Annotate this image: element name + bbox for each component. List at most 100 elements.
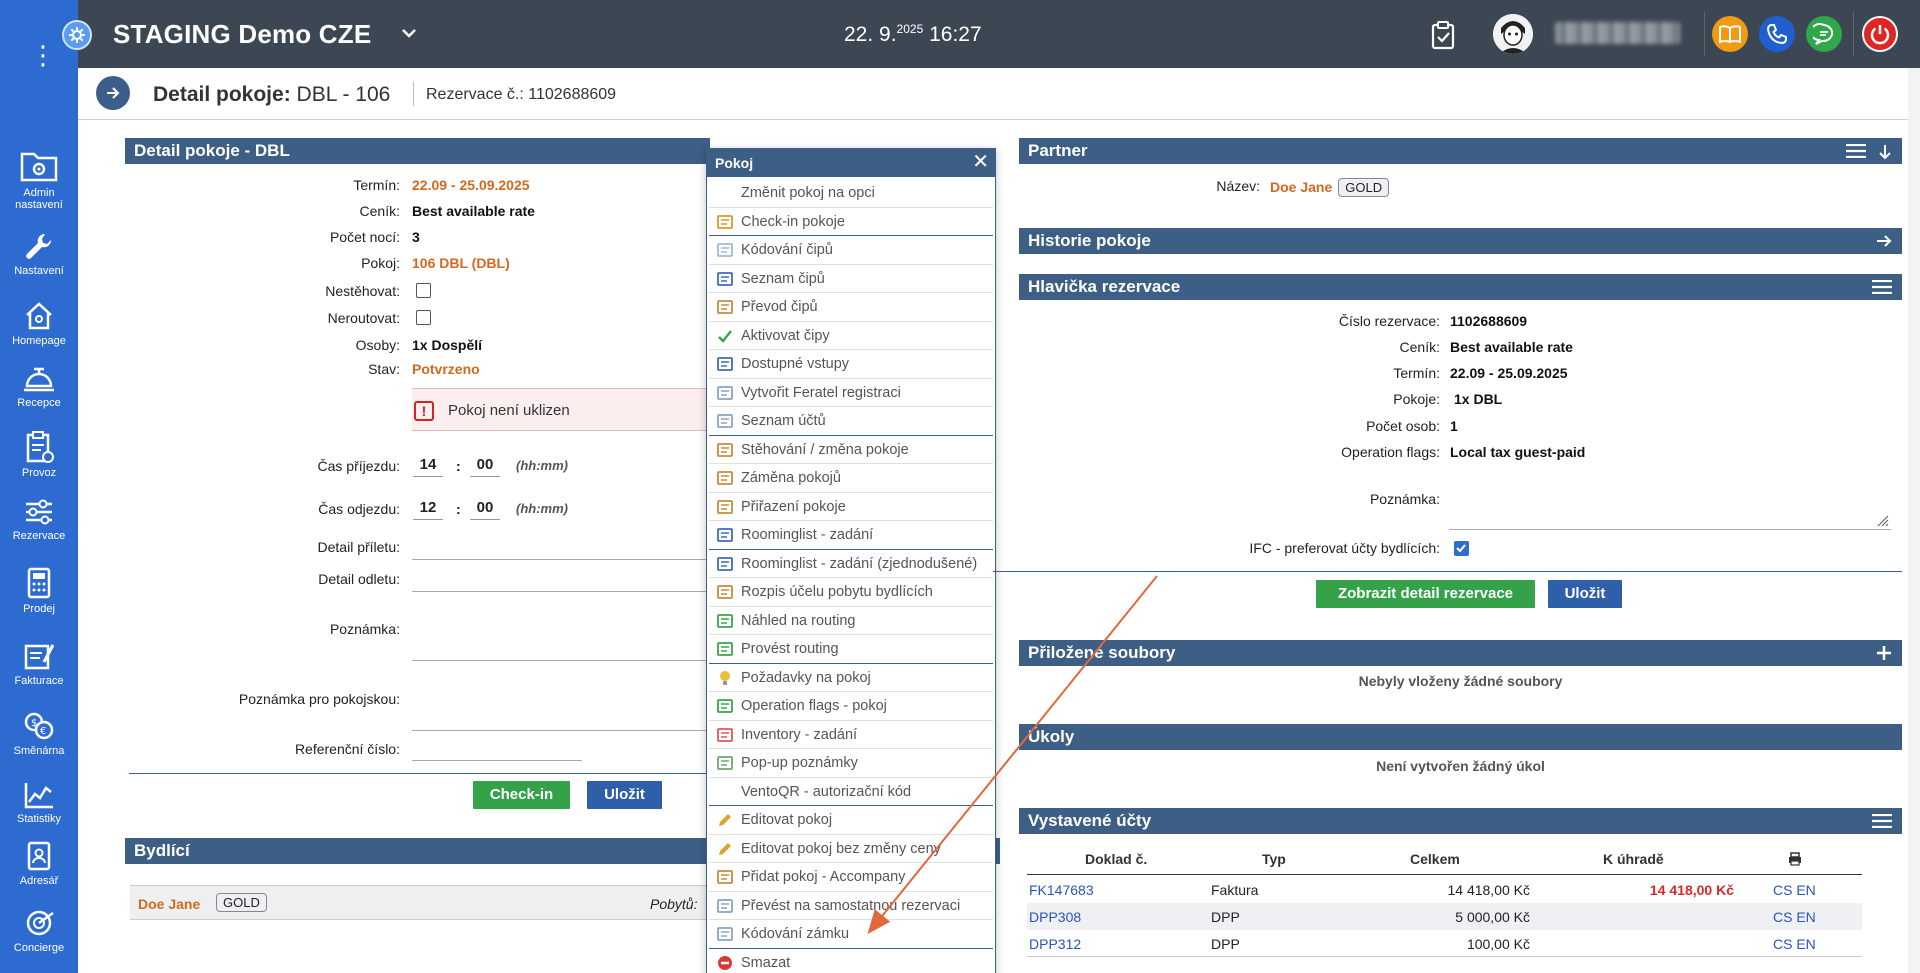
menu-item-icon bbox=[717, 414, 733, 428]
popup-menu-item[interactable]: Převést na samostatnou rezervaci bbox=[709, 892, 993, 920]
sidebar-item-concierge[interactable]: Concierge bbox=[0, 907, 78, 954]
hamburger-icon[interactable] bbox=[1846, 144, 1866, 158]
popup-menu-item[interactable]: Stěhování / změna pokoje bbox=[709, 436, 993, 464]
partner-name[interactable]: Doe Jane GOLD bbox=[1270, 178, 1390, 197]
ifc-prefer-checkbox[interactable] bbox=[1454, 541, 1469, 556]
popup-menu-item[interactable]: VentoQR - autorizační kód bbox=[709, 778, 993, 806]
departure-hour-input[interactable]: 12 bbox=[413, 496, 443, 520]
popup-menu-item[interactable]: Dostupné vstupy bbox=[709, 350, 993, 379]
popup-menu-item[interactable]: Roominglist - zadání bbox=[709, 521, 993, 550]
popup-menu-item[interactable]: Smazat bbox=[709, 949, 993, 973]
popup-menu-item[interactable]: Seznam čipů bbox=[709, 265, 993, 293]
sidebar-item-homepage[interactable]: Homepage bbox=[0, 300, 78, 347]
popup-menu-item[interactable]: Vytvořit Feratel registraci bbox=[709, 379, 993, 407]
resident-name[interactable]: Doe Jane bbox=[138, 896, 200, 912]
account-doc-link[interactable]: DPP312 bbox=[1029, 936, 1081, 952]
popup-menu-item[interactable]: Pop-up poznámky bbox=[709, 749, 993, 778]
no-attachments-text: Nebyly vloženy žádné soubory bbox=[1358, 673, 1563, 689]
sidebar-item-admin[interactable]: Admin nastavení bbox=[0, 146, 78, 211]
page-scrollbar[interactable] bbox=[1908, 68, 1920, 973]
account-doc-link[interactable]: DPP308 bbox=[1029, 909, 1081, 925]
popup-menu-item[interactable]: Požadavky na pokoj bbox=[709, 664, 993, 692]
close-icon[interactable]: ✕ bbox=[972, 152, 989, 172]
checkin-button[interactable]: Check-in bbox=[473, 781, 570, 809]
flight-out-input[interactable] bbox=[412, 591, 708, 592]
print-language-links[interactable]: CS EN bbox=[1773, 936, 1816, 952]
avatar[interactable] bbox=[1493, 14, 1533, 54]
calculator-icon bbox=[27, 567, 51, 599]
sidebar-item-recepce[interactable]: Recepce bbox=[0, 364, 78, 409]
popup-menu-item[interactable]: Záměna pokojů bbox=[709, 464, 993, 493]
menu-item-icon bbox=[717, 357, 733, 371]
popup-menu-item[interactable]: Náhled na routing bbox=[709, 607, 993, 635]
arrow-down-icon[interactable] bbox=[1878, 144, 1892, 160]
show-reservation-detail-button[interactable]: Zobrazit detail rezervace bbox=[1316, 580, 1535, 608]
chat-button[interactable] bbox=[1806, 16, 1842, 52]
do-not-move-checkbox[interactable] bbox=[416, 283, 431, 298]
book-button[interactable] bbox=[1712, 16, 1748, 52]
back-button[interactable] bbox=[96, 76, 130, 110]
account-doc-link[interactable]: FK147683 bbox=[1029, 882, 1094, 898]
sidebar-item-smenarna[interactable]: $ € Směnárna bbox=[0, 710, 78, 757]
popup-menu-item[interactable]: Přidat pokoj - Accompany bbox=[709, 863, 993, 892]
popup-menu-item[interactable]: Změnit pokoj na opci bbox=[709, 179, 993, 208]
settings-gear-icon[interactable] bbox=[62, 20, 92, 50]
popup-menu-item[interactable]: Aktivovat čipy bbox=[709, 322, 993, 350]
reservation-number-value: 1102688609 bbox=[1450, 313, 1528, 329]
print-language-links[interactable]: CS EN bbox=[1773, 882, 1816, 898]
address-book-icon bbox=[27, 841, 51, 871]
popup-menu-item[interactable]: Check-in pokoje bbox=[709, 208, 993, 236]
popup-menu-item[interactable]: Roominglist - zadání (zjednodušené) bbox=[709, 550, 993, 578]
note-input[interactable] bbox=[412, 660, 708, 661]
reservation-note-textarea[interactable] bbox=[1449, 483, 1891, 530]
menu-item-icon bbox=[718, 329, 732, 343]
popup-menu-item[interactable]: Seznam účtů bbox=[709, 407, 993, 436]
plus-icon[interactable] bbox=[1876, 645, 1892, 661]
issued-accounts-panel-header: Vystavené účty bbox=[1019, 808, 1902, 834]
arrow-right-icon[interactable] bbox=[1876, 234, 1892, 248]
sidebar-item-fakturace[interactable]: Fakturace bbox=[0, 640, 78, 687]
popup-menu-item[interactable]: Rozpis účelu pobytu bydlících bbox=[709, 578, 993, 607]
more-menu-icon[interactable]: ⋮ bbox=[30, 42, 56, 82]
sidebar-item-statistiky[interactable]: Statistiky bbox=[0, 780, 78, 825]
popup-menu-item[interactable]: Inventory - zadání bbox=[709, 721, 993, 749]
resize-handle-icon[interactable] bbox=[1875, 513, 1889, 527]
phone-button[interactable] bbox=[1759, 16, 1795, 52]
popup-menu-item[interactable]: Přiřazení pokoje bbox=[709, 493, 993, 521]
popup-menu-item[interactable]: Editovat pokoj bbox=[709, 806, 993, 835]
svg-text:€: € bbox=[40, 726, 46, 737]
arrival-minute-input[interactable]: 00 bbox=[470, 453, 500, 477]
hamburger-icon[interactable] bbox=[1872, 280, 1892, 294]
sidebar-item-rezervace[interactable]: Rezervace bbox=[0, 497, 78, 542]
room-detail-panel-header: Detail pokoje - DBL bbox=[125, 138, 710, 164]
chevron-down-icon[interactable] bbox=[400, 24, 418, 42]
popup-menu-item[interactable]: Převod čipů bbox=[709, 293, 993, 322]
sidebar-item-nastaveni[interactable]: Nastavení bbox=[0, 230, 78, 277]
status-value: Potvrzeno bbox=[412, 361, 480, 377]
hamburger-icon[interactable] bbox=[1872, 814, 1892, 828]
pricelist-value: Best available rate bbox=[412, 203, 535, 219]
room-history-panel-header[interactable]: Historie pokoje bbox=[1019, 228, 1902, 254]
arrival-hour-input[interactable]: 14 bbox=[413, 453, 443, 477]
popup-menu-item[interactable]: Operation flags - pokoj bbox=[709, 692, 993, 721]
popup-menu-item[interactable]: Editovat pokoj bez změny ceny bbox=[709, 835, 993, 863]
popup-menu-item[interactable]: Kódování zámku bbox=[709, 920, 993, 949]
save-room-button[interactable]: Uložit bbox=[587, 781, 662, 809]
popup-menu-item[interactable]: Kódování čipů bbox=[709, 236, 993, 265]
clipboard-check-icon[interactable] bbox=[1430, 20, 1456, 50]
amount-due: 14 418,00 Kč bbox=[1649, 882, 1734, 898]
sidebar-item-adresar[interactable]: Adresář bbox=[0, 840, 78, 887]
sidebar-item-provoz[interactable]: Provoz bbox=[0, 430, 78, 479]
popup-menu-item[interactable]: Provést routing bbox=[709, 635, 993, 664]
menu-item-icon bbox=[717, 442, 733, 457]
home-icon bbox=[26, 302, 52, 330]
reference-input[interactable] bbox=[412, 760, 582, 761]
logout-button[interactable] bbox=[1862, 16, 1898, 52]
save-reservation-button[interactable]: Uložit bbox=[1548, 580, 1622, 608]
flight-in-input[interactable] bbox=[412, 559, 708, 560]
do-not-route-checkbox[interactable] bbox=[416, 310, 431, 325]
print-language-links[interactable]: CS EN bbox=[1773, 909, 1816, 925]
sidebar-item-prodej[interactable]: Prodej bbox=[0, 566, 78, 615]
departure-minute-input[interactable]: 00 bbox=[470, 496, 500, 520]
housekeeping-note-input[interactable] bbox=[412, 730, 708, 731]
